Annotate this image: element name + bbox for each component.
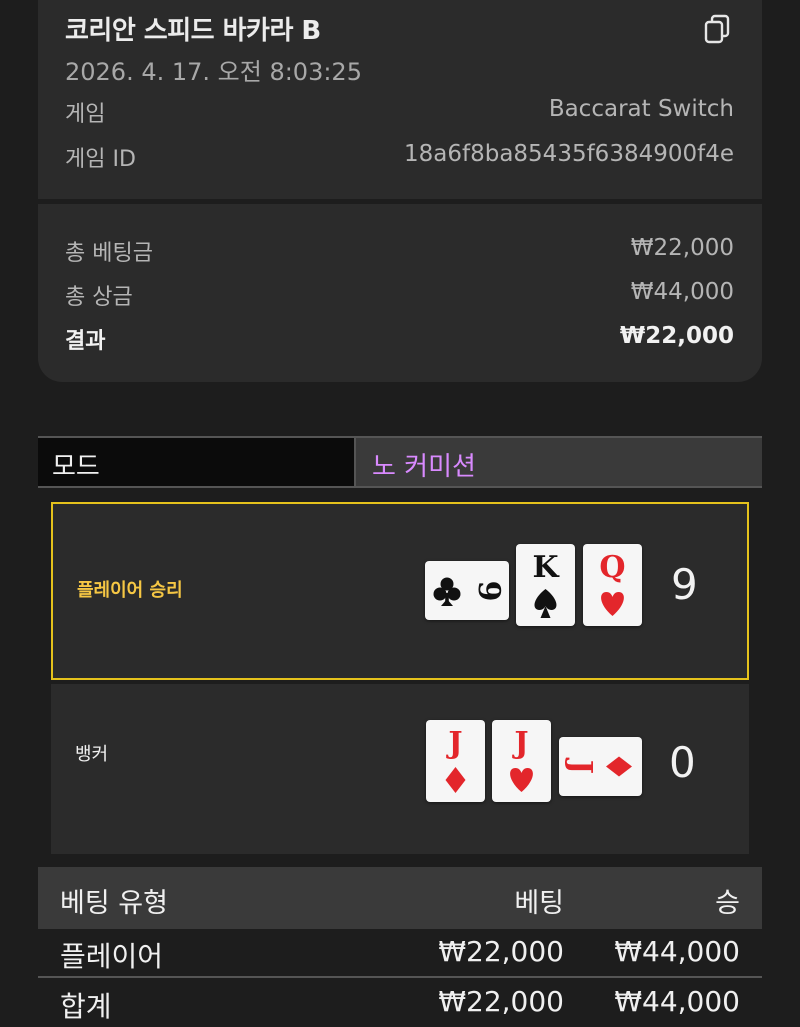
total-win-value: ₩44,000 — [630, 279, 734, 305]
total-row-label: 합계 — [60, 990, 112, 1023]
mode-label: 모드 — [52, 452, 100, 482]
result-label: 결과 — [65, 329, 106, 354]
player-hand: 플레이어 승리 9 — [51, 502, 749, 680]
game-id-label: 게임 ID — [65, 147, 136, 172]
player-score: 9 — [671, 560, 698, 609]
copy-icon[interactable] — [704, 14, 732, 46]
total-bet-value: ₩22,000 — [630, 235, 734, 261]
card-divider — [38, 199, 762, 204]
round-datetime: 2026. 4. 17. 오전 8:03:25 — [65, 58, 362, 86]
game-label: 게임 — [65, 102, 106, 127]
row-bet-amount: ₩22,000 — [438, 935, 564, 968]
mode-value: 노 커미션 — [372, 452, 476, 482]
banker-score: 0 — [669, 738, 696, 787]
svg-text:K: K — [532, 550, 559, 585]
mode-bar: 모드 노 커미션 — [38, 436, 762, 488]
player-card-2-king-of-spades: K — [516, 544, 575, 626]
total-win-label: 총 상금 — [65, 285, 133, 310]
player-card-1-nine-of-clubs: 9 — [425, 561, 509, 620]
header-bet: 베팅 — [514, 888, 564, 919]
row-win-amount: ₩44,000 — [614, 935, 740, 968]
svg-text:Q: Q — [599, 550, 625, 585]
header-win: 승 — [715, 888, 740, 919]
banker-hand: 뱅커 0 — [51, 684, 749, 854]
banker-card-1-jack-of-diamonds: J — [426, 720, 485, 802]
table-row-divider — [38, 976, 762, 978]
banker-card-3-jack-of-diamonds-rotated: J — [559, 737, 642, 796]
game-id-value[interactable]: 18a6f8ba85435f6384900f4e — [404, 141, 734, 167]
player-card-3-queen-of-hearts: Q — [583, 544, 642, 626]
mode-label-cell: 모드 — [38, 438, 356, 486]
game-value: Baccarat Switch — [548, 96, 734, 122]
result-value: ₩22,000 — [619, 323, 734, 349]
svg-text:J: J — [511, 726, 528, 761]
svg-text:9: 9 — [471, 581, 506, 602]
total-bet-label: 총 베팅금 — [65, 241, 153, 266]
table-title: 코리안 스피드 바카라 B — [65, 16, 321, 46]
svg-text:J: J — [563, 757, 598, 774]
row-bet-type: 플레이어 — [60, 940, 164, 973]
bets-table-header: 베팅 유형 베팅 승 — [38, 867, 762, 929]
header-bet-type: 베팅 유형 — [60, 888, 168, 919]
total-row-win: ₩44,000 — [614, 985, 740, 1018]
svg-text:J: J — [445, 726, 462, 761]
banker-hand-label: 뱅커 — [75, 744, 109, 765]
player-hand-label: 플레이어 승리 — [77, 580, 183, 601]
total-row-bet: ₩22,000 — [438, 985, 564, 1018]
banker-card-2-jack-of-hearts: J — [492, 720, 551, 802]
